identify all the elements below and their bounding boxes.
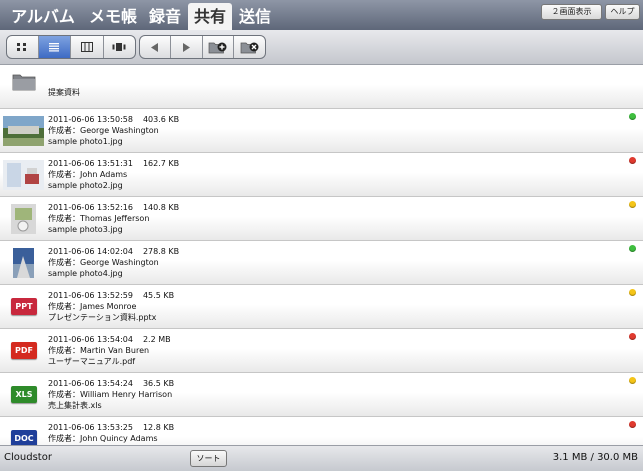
filmstrip-view-icon[interactable]: [104, 36, 135, 58]
forward-arrow-icon[interactable]: [171, 36, 203, 58]
file-type-badge: DOC: [11, 430, 37, 445]
file-datetime: 2011-06-06 13:54:24: [48, 379, 133, 388]
sync-status-dot: [629, 157, 636, 164]
sync-status-dot: [629, 289, 636, 296]
file-name: 売上集計表.xls: [48, 401, 102, 410]
list-view-icon[interactable]: [38, 36, 72, 58]
file-size: 12.8 KB: [142, 423, 175, 432]
file-row[interactable]: 2011-06-06 13:52:16 140.8 KB 作成者：Thomas Je…: [0, 197, 643, 241]
photo-thumbnail: [3, 248, 44, 278]
tab-bar: アルバム メモ帳 録音 共有 送信 ２画面表示 ヘルプ: [0, 0, 643, 30]
new-folder-icon[interactable]: [203, 36, 235, 58]
file-datetime: 2011-06-06 13:52:59: [48, 291, 133, 300]
file-row[interactable]: DOC 2011-06-06 13:53:25 12.8 KB 作成者：John Qu…: [0, 417, 643, 445]
file-author: 作成者：Martin Van Buren: [48, 346, 150, 355]
file-author: 作成者：James Monroe: [48, 302, 137, 311]
file-datetime-size: 2011-06-06 13:54:04 2.2 MB: [48, 334, 171, 345]
file-name: ユーザーマニュアル.pdf: [48, 357, 136, 366]
file-datetime: 2011-06-06 13:53:25: [48, 423, 133, 432]
file-name: sample photo4.jpg: [48, 269, 123, 278]
file-datetime-size: 2011-06-06 13:54:24 36.5 KB: [48, 378, 174, 389]
file-author: 作成者：John Adams: [48, 170, 128, 179]
file-name: sample photo1.jpg: [48, 137, 123, 146]
file-type-badge: PDF: [11, 342, 37, 359]
sync-status-dot: [629, 421, 636, 428]
file-list: 提案資料 2011-06-06 13:50:58 403.6 KB 作成者：Geor…: [0, 65, 643, 445]
file-size: 140.8 KB: [142, 203, 180, 212]
file-datetime: 2011-06-06 13:54:04: [48, 335, 133, 344]
folder-row[interactable]: 提案資料: [0, 65, 643, 109]
file-size: 278.8 KB: [142, 247, 180, 256]
file-datetime: 2011-06-06 13:52:16: [48, 203, 133, 212]
photo-thumbnail: [3, 204, 44, 234]
tab-send[interactable]: 送信: [236, 3, 274, 30]
sync-status-dot: [629, 377, 636, 384]
folder-icon: [12, 71, 36, 95]
tab-album[interactable]: アルバム: [6, 3, 80, 30]
file-row[interactable]: PDF 2011-06-06 13:54:04 2.2 MB 作成者：Martin V…: [0, 329, 643, 373]
file-datetime: 2011-06-06 13:51:31: [48, 159, 133, 168]
file-datetime-size: 2011-06-06 13:51:31 162.7 KB: [48, 158, 179, 169]
file-name: sample photo3.jpg: [48, 225, 123, 234]
file-author: 作成者：Thomas Jefferson: [48, 214, 150, 223]
view-mode-segment: [6, 35, 136, 59]
grid-view-icon[interactable]: [7, 36, 39, 58]
file-datetime-size: 2011-06-06 14:02:04 278.8 KB: [48, 246, 179, 257]
storage-usage: 3.1 MB / 30.0 MB: [552, 452, 638, 463]
help-button[interactable]: ヘルプ: [605, 4, 640, 20]
split-view-button[interactable]: ２画面表示: [541, 4, 602, 20]
file-row[interactable]: 2011-06-06 13:51:31 162.7 KB 作成者：John Adam…: [0, 153, 643, 197]
sort-button[interactable]: ソート: [190, 450, 227, 467]
sync-status-dot: [629, 113, 636, 120]
file-author: 作成者：George Washington: [48, 126, 159, 135]
sync-status-dot: [629, 245, 636, 252]
file-datetime-size: 2011-06-06 13:50:58 403.6 KB: [48, 114, 179, 125]
back-arrow-icon[interactable]: [140, 36, 171, 58]
file-datetime-size: 2011-06-06 13:53:25 12.8 KB: [48, 422, 174, 433]
file-datetime: 2011-06-06 13:50:58: [48, 115, 133, 124]
sync-status-dot: [629, 201, 636, 208]
tab-record[interactable]: 録音: [146, 3, 184, 30]
file-row[interactable]: PPT 2011-06-06 13:52:59 45.5 KB 作成者：James M…: [0, 285, 643, 329]
delete-folder-icon[interactable]: [234, 36, 265, 58]
file-row[interactable]: 2011-06-06 14:02:04 278.8 KB 作成者：George Wa…: [0, 241, 643, 285]
file-name: sample photo2.jpg: [48, 181, 123, 190]
bottom-bar: Cloudstor ソート 3.1 MB / 30.0 MB: [0, 445, 643, 471]
file-row[interactable]: 2011-06-06 13:50:58 403.6 KB 作成者：George Wa…: [0, 109, 643, 153]
toolbar: [0, 30, 643, 65]
file-size: 162.7 KB: [142, 159, 180, 168]
photo-thumbnail: [3, 160, 44, 190]
photo-thumbnail: [3, 116, 44, 146]
file-size: 45.5 KB: [142, 291, 175, 300]
navigation-segment: [139, 35, 266, 59]
file-type-badge: PPT: [11, 298, 37, 315]
file-size: 403.6 KB: [142, 115, 180, 124]
folder-name: 提案資料: [48, 88, 80, 97]
file-datetime: 2011-06-06 14:02:04: [48, 247, 133, 256]
file-author: 作成者：William Henry Harrison: [48, 390, 173, 399]
file-row[interactable]: XLS 2011-06-06 13:54:24 36.5 KB 作成者：William…: [0, 373, 643, 417]
tab-share[interactable]: 共有: [188, 3, 232, 30]
brand-label: Cloudstor: [4, 452, 52, 463]
file-author: 作成者：John Quincy Adams: [48, 434, 158, 443]
file-author: 作成者：George Washington: [48, 258, 159, 267]
file-size: 36.5 KB: [142, 379, 175, 388]
file-datetime-size: 2011-06-06 13:52:59 45.5 KB: [48, 290, 174, 301]
file-datetime-size: 2011-06-06 13:52:16 140.8 KB: [48, 202, 179, 213]
file-size: 2.2 MB: [142, 335, 171, 344]
file-name: プレゼンテーション資料.pptx: [48, 313, 157, 322]
sync-status-dot: [629, 333, 636, 340]
columns-view-icon[interactable]: [71, 36, 104, 58]
tab-memo[interactable]: メモ帳: [86, 3, 140, 30]
file-type-badge: XLS: [11, 386, 37, 403]
